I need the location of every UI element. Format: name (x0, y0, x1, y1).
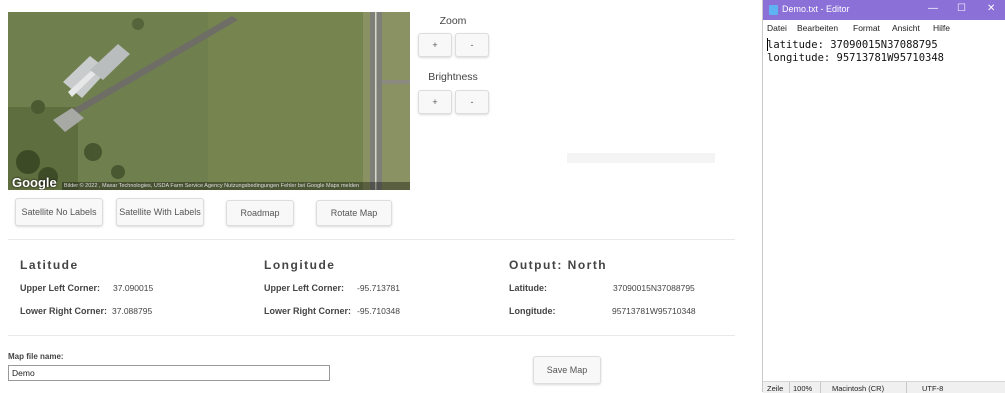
minimize-icon[interactable]: — (928, 3, 938, 14)
map-attribution[interactable]: Bilder © 2022 , Maxar Technologies, USDA… (62, 182, 410, 190)
map-app: Google Bilder © 2022 , Maxar Technologie… (0, 0, 762, 392)
longitude-title: Longitude (264, 258, 336, 272)
satellite-with-labels-button[interactable]: Satellite With Labels (116, 198, 204, 226)
map-file-name-input[interactable] (8, 365, 330, 381)
lon-upper-left-label: Upper Left Corner: (264, 283, 345, 293)
menu-datei[interactable]: Datei (767, 23, 787, 33)
text-line: latitude: 37090015N37088795 (767, 39, 938, 51)
menu-bearbeiten[interactable]: Bearbeiten (797, 23, 838, 33)
status-separator (906, 382, 907, 393)
close-icon[interactable]: ✕ (987, 3, 995, 14)
divider (8, 335, 735, 336)
satellite-map[interactable]: Google Bilder © 2022 , Maxar Technologie… (8, 12, 410, 190)
zoom-label: Zoom (439, 15, 467, 27)
lat-lower-right-value: 37.088795 (112, 306, 153, 316)
map-file-name-label: Map file name: (8, 352, 64, 361)
status-separator (789, 382, 790, 393)
satellite-imagery (8, 12, 410, 190)
lon-upper-left-value: -95.713781 (357, 283, 401, 293)
text-line: longitude: 95713781W95710348 (767, 52, 945, 64)
lat-lower-right-label: Lower Right Corner: (20, 306, 107, 316)
lon-lower-right-label: Lower Right Corner: (264, 306, 351, 316)
satellite-no-labels-button[interactable]: Satellite No Labels (15, 198, 103, 226)
notepad-text-area[interactable]: latitude: 37090015N37088795 longitude: 95… (767, 39, 944, 65)
menu-hilfe[interactable]: Hilfe (933, 23, 950, 33)
output-longitude-value: 95713781W95710348 (612, 306, 696, 316)
output-title: Output: North (509, 258, 608, 272)
lat-upper-left-value: 37.090015 (113, 283, 154, 293)
brightness-up-button[interactable]: + (418, 90, 452, 114)
menu-ansicht[interactable]: Ansicht (892, 23, 920, 33)
output-latitude-value: 37090015N37088795 (613, 283, 695, 293)
latitude-title: Latitude (20, 258, 79, 272)
google-logo: Google (12, 175, 57, 190)
status-separator (820, 382, 821, 393)
notepad-statusbar: Zeile 100% Macintosh (CR) UTF-8 (763, 381, 1005, 393)
lat-upper-left-label: Upper Left Corner: (20, 283, 101, 293)
lon-lower-right-value: -95.710348 (357, 306, 401, 316)
brightness-label: Brightness (428, 71, 478, 83)
output-latitude-label: Latitude: (509, 283, 547, 293)
menu-format[interactable]: Format (853, 23, 880, 33)
notepad-icon (769, 5, 778, 15)
maximize-icon[interactable]: ☐ (957, 3, 966, 14)
save-map-button[interactable]: Save Map (533, 356, 601, 384)
roadmap-button[interactable]: Roadmap (226, 200, 294, 226)
zoom-in-button[interactable]: + (418, 33, 452, 57)
brightness-down-button[interactable]: - (455, 90, 489, 114)
divider (8, 239, 735, 240)
output-longitude-label: Longitude: (509, 306, 556, 316)
notepad-titlebar[interactable]: Demo.txt - Editor — ☐ ✕ (763, 0, 1005, 20)
notepad-window: Demo.txt - Editor — ☐ ✕ Datei Bearbeiten… (762, 0, 1005, 393)
faint-placeholder-bar (567, 153, 715, 163)
rotate-map-button[interactable]: Rotate Map (316, 200, 392, 226)
notepad-menubar: Datei Bearbeiten Format Ansicht Hilfe (763, 20, 1005, 35)
zoom-out-button[interactable]: - (455, 33, 489, 57)
notepad-title: Demo.txt - Editor (782, 4, 850, 14)
